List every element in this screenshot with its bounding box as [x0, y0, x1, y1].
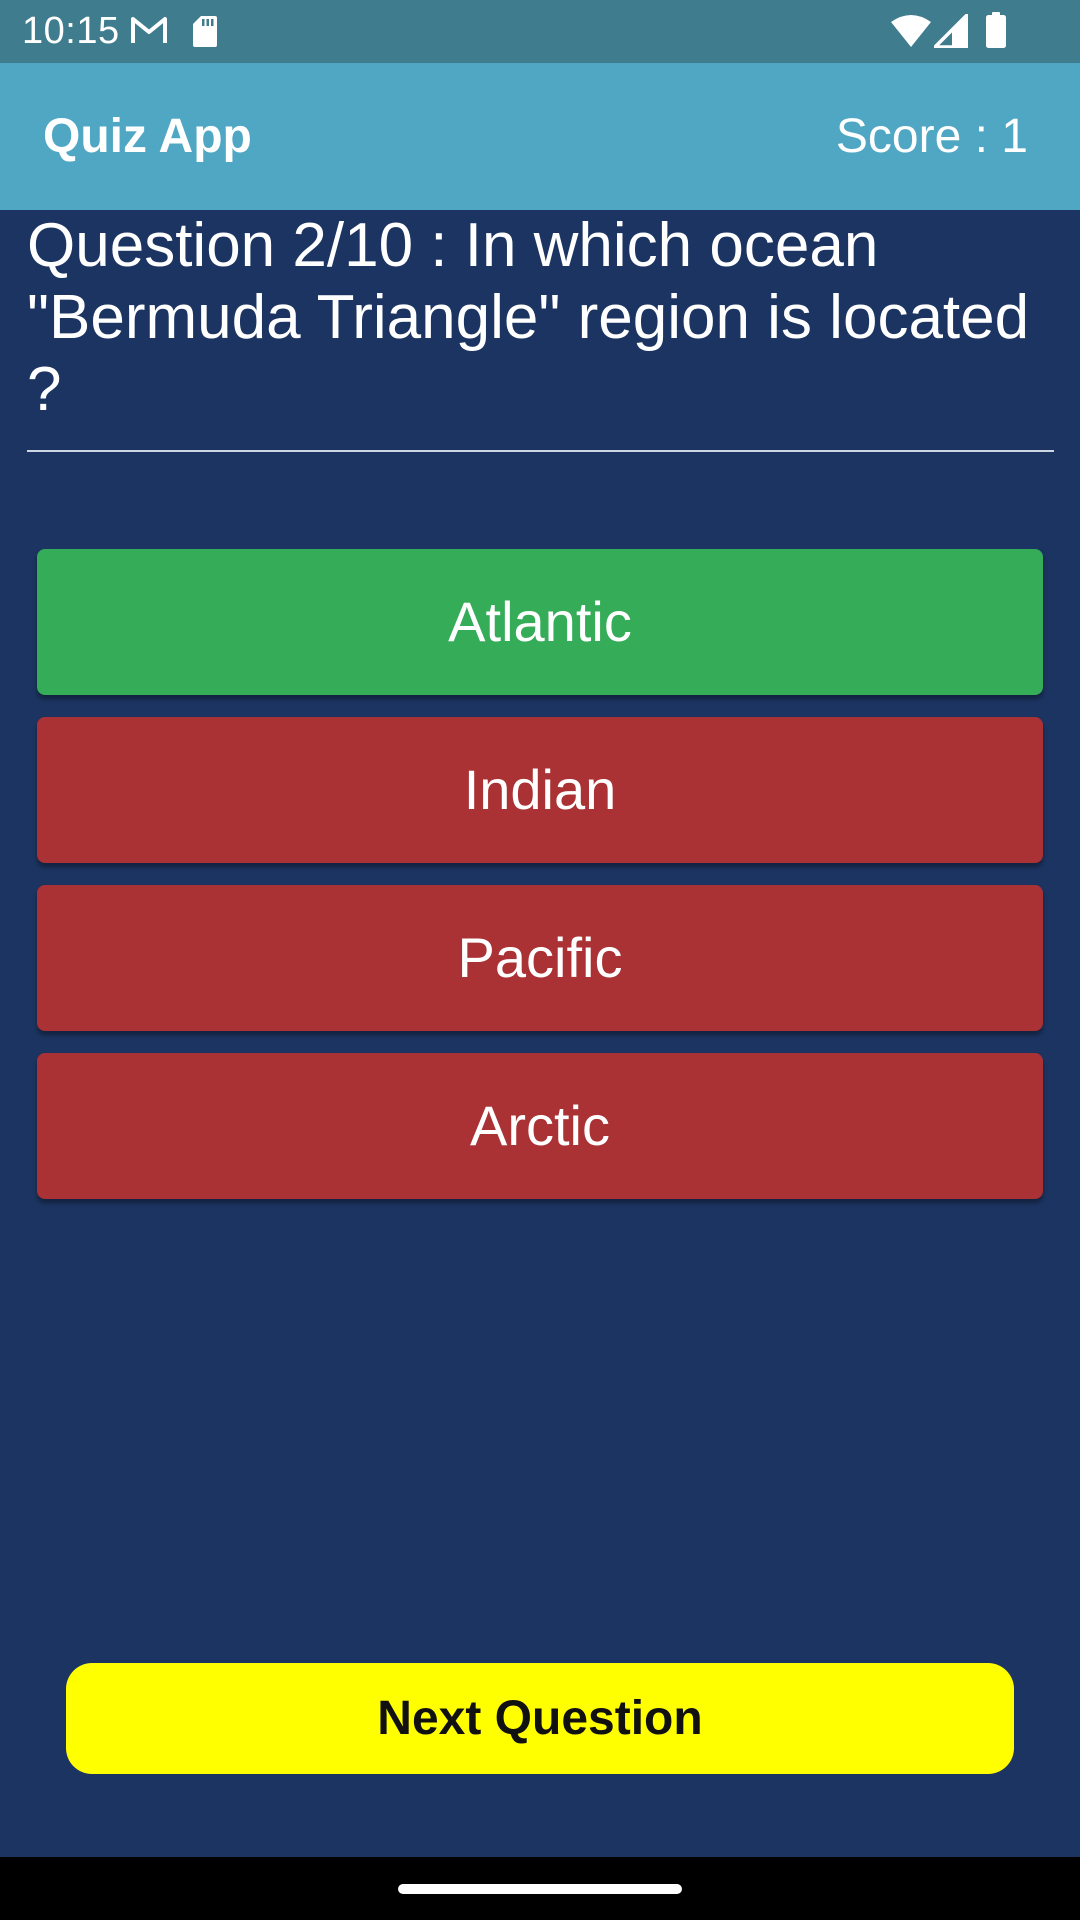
next-question-button[interactable]: Next Question — [66, 1663, 1014, 1774]
option-indian[interactable]: Indian — [37, 717, 1043, 863]
status-bar: 10:15 — [0, 0, 1080, 63]
sd-card-icon — [193, 16, 217, 47]
battery-icon — [986, 12, 1006, 48]
app-bar: Quiz App Score : 1 — [0, 63, 1080, 210]
home-gesture-handle[interactable] — [398, 1884, 682, 1894]
question-text: Question 2/10 : In which ocean "Bermuda … — [27, 211, 1030, 424]
question-divider — [27, 450, 1054, 452]
cell-signal-icon — [934, 14, 968, 48]
option-atlantic[interactable]: Atlantic — [37, 549, 1043, 695]
option-arctic[interactable]: Arctic — [37, 1053, 1043, 1199]
app-title: Quiz App — [43, 110, 252, 163]
status-time: 10:15 — [22, 10, 120, 52]
navigation-bar — [0, 1857, 1080, 1920]
wifi-icon — [891, 15, 931, 47]
gmail-icon — [131, 17, 167, 43]
score-label: Score : 1 — [835, 110, 1028, 163]
option-pacific[interactable]: Pacific — [37, 885, 1043, 1031]
